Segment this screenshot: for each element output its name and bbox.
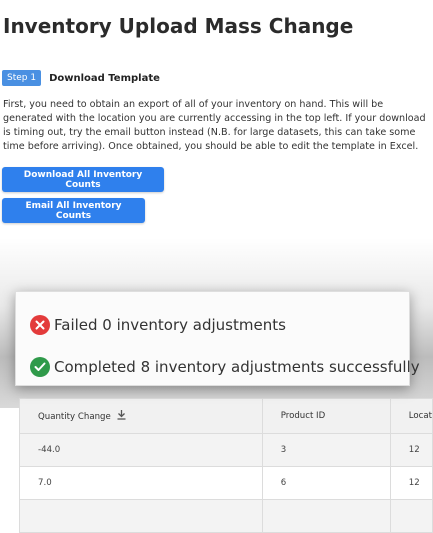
inventory-upload-page: Inventory Upload Mass Change Step 1 Down… <box>0 0 433 533</box>
page-title: Inventory Upload Mass Change <box>3 14 354 38</box>
cell-product-id <box>261 499 391 533</box>
sort-arrow-icon[interactable] <box>117 409 126 423</box>
column-header-location[interactable]: Locat <box>389 398 433 434</box>
cell-quantity-change <box>19 499 263 533</box>
column-header-quantity-change[interactable]: Quantity Change <box>19 398 263 434</box>
failed-message: Failed 0 inventory adjustments <box>30 315 286 335</box>
cell-quantity-change: 7.0 <box>19 466 263 500</box>
download-inventory-button[interactable]: Download All Inventory Counts <box>2 167 164 192</box>
completed-text: Completed 8 inventory adjustments succes… <box>54 358 420 376</box>
step-label: Download Template <box>49 72 160 84</box>
column-header-product-id[interactable]: Product ID <box>261 398 391 434</box>
step-badge: Step 1 <box>2 70 42 86</box>
failed-text: Failed 0 inventory adjustments <box>54 316 286 334</box>
inventory-table: Quantity Change Product ID Locat -44.0 3… <box>19 398 433 533</box>
cell-product-id: 6 <box>261 466 391 500</box>
email-inventory-button[interactable]: Email All Inventory Counts <box>2 198 145 223</box>
step-header: Step 1 Download Template <box>2 70 160 86</box>
success-check-icon <box>30 357 50 377</box>
cell-quantity-change: -44.0 <box>19 433 263 467</box>
cell-location <box>389 499 433 533</box>
cell-location: 12 <box>389 433 433 467</box>
step-description: First, you need to obtain an export of a… <box>3 99 426 152</box>
cell-product-id: 3 <box>261 433 391 467</box>
table-row: 7.0 6 12 <box>19 466 433 500</box>
table-row <box>19 499 433 533</box>
table-row: -44.0 3 12 <box>19 433 433 467</box>
cell-location: 12 <box>389 466 433 500</box>
upload-result-toast: Failed 0 inventory adjustments Completed… <box>15 291 420 386</box>
completed-message: Completed 8 inventory adjustments succes… <box>30 357 420 377</box>
error-x-icon <box>30 315 50 335</box>
